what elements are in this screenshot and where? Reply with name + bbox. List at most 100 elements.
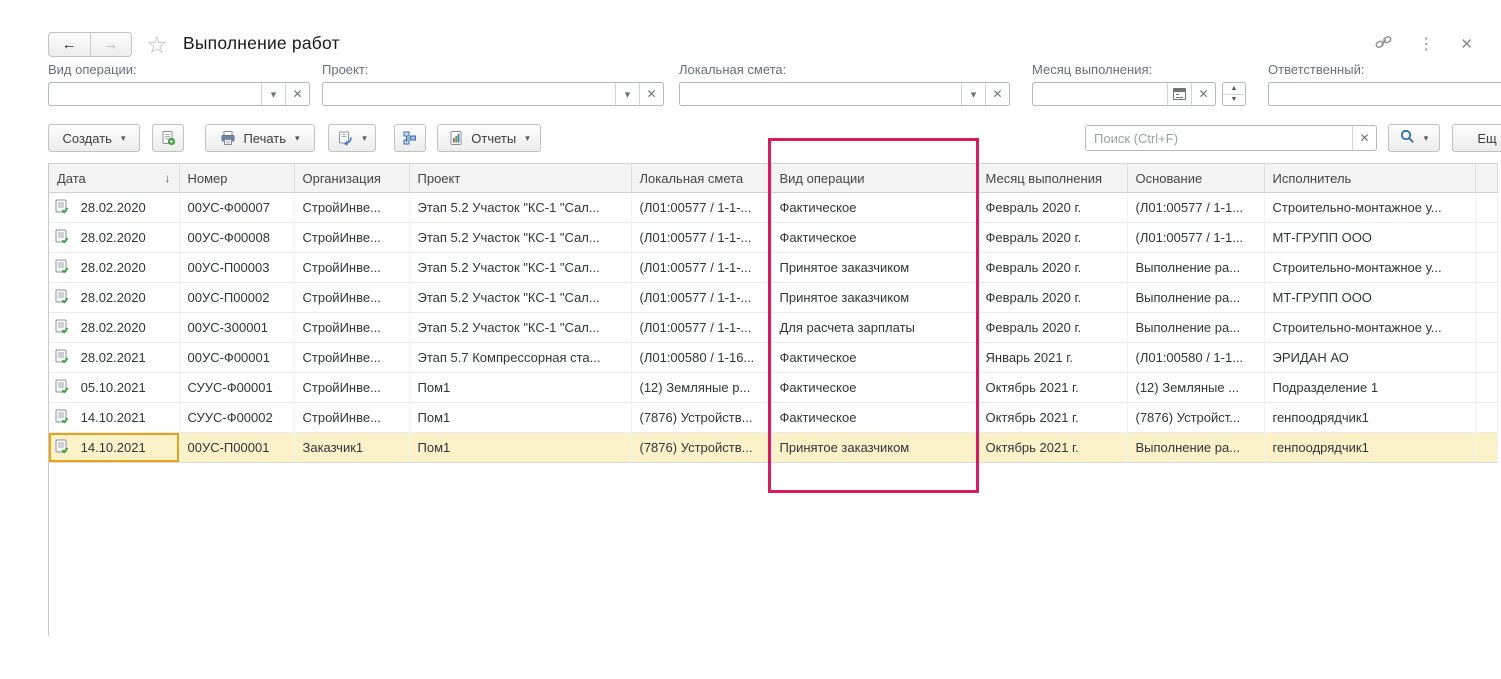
chevron-down-icon[interactable]: ▾ bbox=[615, 83, 639, 105]
close-icon[interactable]: ✕ bbox=[1460, 35, 1473, 53]
export-button[interactable]: ▾ bbox=[328, 124, 376, 152]
clear-icon[interactable]: ✕ bbox=[639, 83, 663, 105]
cell[interactable]: Октябрь 2021 г. bbox=[977, 433, 1127, 463]
cell[interactable]: (Л01:00577 / 1-1-... bbox=[631, 223, 771, 253]
cell[interactable]: Строительно-монтажное у... bbox=[1264, 313, 1475, 343]
cell[interactable]: ЭРИДАН АО bbox=[1264, 343, 1475, 373]
cell[interactable]: (7876) Устройст... bbox=[1127, 403, 1264, 433]
cell[interactable]: (12) Земляные р... bbox=[631, 373, 771, 403]
cell[interactable]: СУУС-Ф00001 bbox=[179, 373, 294, 403]
clear-icon[interactable]: ✕ bbox=[285, 83, 309, 105]
cell[interactable]: Январь 2021 г. bbox=[977, 343, 1127, 373]
table-row[interactable]: 28.02.202000УС-З00001СтройИнве...Этап 5.… bbox=[49, 313, 1497, 343]
cell[interactable]: Пом1 bbox=[409, 373, 631, 403]
search-clear-icon[interactable]: ✕ bbox=[1352, 126, 1376, 150]
cell[interactable]: Этап 5.2 Участок "КС-1 "Сал... bbox=[409, 223, 631, 253]
cell[interactable]: (7876) Устройств... bbox=[631, 433, 771, 463]
cell[interactable]: 00УС-З00001 bbox=[179, 313, 294, 343]
reports-button[interactable]: Отчеты▾ bbox=[437, 124, 541, 152]
create-by-copy-button[interactable] bbox=[152, 124, 184, 152]
cell[interactable]: Фактическое bbox=[771, 223, 977, 253]
filter-responsible-input[interactable] bbox=[1269, 83, 1501, 105]
cell[interactable]: Подразделение 1 bbox=[1264, 373, 1475, 403]
cell[interactable]: генпоодрядчик1 bbox=[1264, 433, 1475, 463]
filter-project-input[interactable] bbox=[323, 83, 615, 105]
cell[interactable]: (Л01:00577 / 1-1... bbox=[1127, 193, 1264, 223]
table-row[interactable]: 28.02.202100УС-Ф00001СтройИнве...Этап 5.… bbox=[49, 343, 1497, 373]
link-icon[interactable] bbox=[1375, 35, 1392, 54]
column-header-7[interactable]: Основание bbox=[1127, 164, 1264, 193]
cell[interactable]: 00УС-П00003 bbox=[179, 253, 294, 283]
cell[interactable]: Принятое заказчиком bbox=[771, 283, 977, 313]
cell[interactable]: 00УС-Ф00008 bbox=[179, 223, 294, 253]
cell[interactable]: Пом1 bbox=[409, 403, 631, 433]
cell[interactable]: 00УС-П00002 bbox=[179, 283, 294, 313]
table-row[interactable]: 05.10.2021СУУС-Ф00001СтройИнве...Пом1(12… bbox=[49, 373, 1497, 403]
clear-icon[interactable]: ✕ bbox=[1191, 83, 1215, 105]
cell[interactable]: Строительно-монтажное у... bbox=[1264, 253, 1475, 283]
date-cell[interactable]: 28.02.2020 bbox=[49, 223, 179, 253]
cell[interactable]: МТ-ГРУПП ООО bbox=[1264, 283, 1475, 313]
cell[interactable]: СтройИнве... bbox=[294, 223, 409, 253]
cell[interactable]: (Л01:00577 / 1-1-... bbox=[631, 193, 771, 223]
step-down-icon[interactable]: ▼ bbox=[1223, 95, 1245, 106]
cell[interactable]: (Л01:00577 / 1-1-... bbox=[631, 313, 771, 343]
cell[interactable]: 00УС-Ф00007 bbox=[179, 193, 294, 223]
chevron-down-icon[interactable]: ▾ bbox=[961, 83, 985, 105]
table-row[interactable]: 14.10.202100УС-П00001Заказчик1Пом1(7876)… bbox=[49, 433, 1497, 463]
search-input[interactable] bbox=[1086, 126, 1352, 150]
favorite-star-icon[interactable]: ☆ bbox=[146, 31, 168, 60]
cell[interactable]: СтройИнве... bbox=[294, 313, 409, 343]
filter-month-input[interactable] bbox=[1033, 83, 1167, 105]
cell[interactable]: Принятое заказчиком bbox=[771, 433, 977, 463]
create-button[interactable]: Создать▾ bbox=[48, 124, 140, 152]
cell[interactable]: Выполнение ра... bbox=[1127, 283, 1264, 313]
table-row[interactable]: 28.02.202000УС-П00003СтройИнве...Этап 5.… bbox=[49, 253, 1497, 283]
cell[interactable]: Фактическое bbox=[771, 343, 977, 373]
date-cell[interactable]: 28.02.2021 bbox=[49, 343, 179, 373]
cell[interactable]: генпоодрядчик1 bbox=[1264, 403, 1475, 433]
cell[interactable]: Пом1 bbox=[409, 433, 631, 463]
table-row[interactable]: 28.02.202000УС-П00002СтройИнве...Этап 5.… bbox=[49, 283, 1497, 313]
cell[interactable]: Февраль 2020 г. bbox=[977, 283, 1127, 313]
back-button[interactable]: ← bbox=[49, 33, 91, 56]
date-cell[interactable]: 28.02.2020 bbox=[49, 283, 179, 313]
table-row[interactable]: 28.02.202000УС-Ф00008СтройИнве...Этап 5.… bbox=[49, 223, 1497, 253]
cell[interactable]: Заказчик1 bbox=[294, 433, 409, 463]
date-cell[interactable]: 14.10.2021 bbox=[49, 403, 179, 433]
cell[interactable]: СтройИнве... bbox=[294, 283, 409, 313]
date-cell[interactable]: 05.10.2021 bbox=[49, 373, 179, 403]
cell[interactable]: Для расчета зарплаты bbox=[771, 313, 977, 343]
cell[interactable]: Фактическое bbox=[771, 403, 977, 433]
cell[interactable]: Этап 5.2 Участок "КС-1 "Сал... bbox=[409, 193, 631, 223]
cell[interactable]: Строительно-монтажное у... bbox=[1264, 193, 1475, 223]
cell[interactable]: Февраль 2020 г. bbox=[977, 253, 1127, 283]
column-header-5[interactable]: Вид операции bbox=[771, 164, 977, 193]
cell[interactable]: Фактическое bbox=[771, 193, 977, 223]
column-header-0[interactable]: Дата↓ bbox=[49, 164, 179, 193]
cell[interactable]: Этап 5.7 Компрессорная ста... bbox=[409, 343, 631, 373]
cell[interactable]: СУУС-Ф00002 bbox=[179, 403, 294, 433]
cell[interactable]: МТ-ГРУПП ООО bbox=[1264, 223, 1475, 253]
cell[interactable]: Выполнение ра... bbox=[1127, 313, 1264, 343]
cell[interactable]: (Л01:00577 / 1-1... bbox=[1127, 223, 1264, 253]
more-menu-icon[interactable]: ⋮ bbox=[1418, 34, 1434, 54]
filter-estimate-input[interactable] bbox=[680, 83, 961, 105]
cell[interactable]: Октябрь 2021 г. bbox=[977, 403, 1127, 433]
cell[interactable]: (Л01:00577 / 1-1-... bbox=[631, 283, 771, 313]
cell[interactable]: Принятое заказчиком bbox=[771, 253, 977, 283]
cell[interactable]: Октябрь 2021 г. bbox=[977, 373, 1127, 403]
filter-operation-input[interactable] bbox=[49, 83, 261, 105]
forward-button[interactable]: → bbox=[91, 33, 132, 56]
date-cell[interactable]: 28.02.2020 bbox=[49, 193, 179, 223]
cell[interactable]: Выполнение ра... bbox=[1127, 433, 1264, 463]
cell[interactable]: СтройИнве... bbox=[294, 373, 409, 403]
cell[interactable]: СтройИнве... bbox=[294, 253, 409, 283]
cell[interactable]: Этап 5.2 Участок "КС-1 "Сал... bbox=[409, 253, 631, 283]
table-row[interactable]: 14.10.2021СУУС-Ф00002СтройИнве...Пом1(78… bbox=[49, 403, 1497, 433]
month-stepper[interactable]: ▲▼ bbox=[1222, 82, 1246, 106]
cell[interactable]: (Л01:00580 / 1-16... bbox=[631, 343, 771, 373]
date-cell[interactable]: 28.02.2020 bbox=[49, 253, 179, 283]
cell[interactable]: Февраль 2020 г. bbox=[977, 313, 1127, 343]
column-header-1[interactable]: Номер bbox=[179, 164, 294, 193]
